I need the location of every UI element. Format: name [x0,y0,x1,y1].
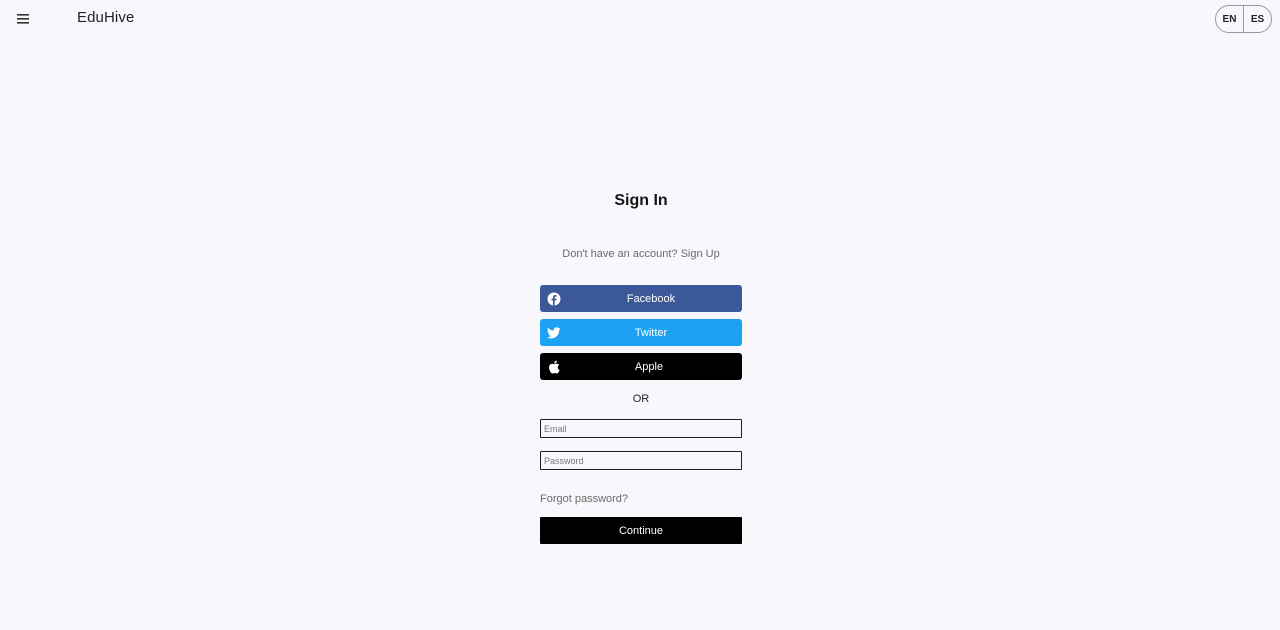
brand-logo-text[interactable]: EduHive [77,9,134,26]
language-toggle: EN ES [1215,5,1272,33]
language-es-button[interactable]: ES [1243,6,1271,32]
email-field[interactable] [540,419,742,438]
language-en-button[interactable]: EN [1216,6,1243,32]
hamburger-menu-icon[interactable] [12,9,34,29]
top-bar: EduHive EN ES [0,0,1280,38]
apple-signin-button[interactable]: Apple [540,353,742,380]
or-divider: OR [632,393,650,405]
twitter-icon [546,325,561,340]
facebook-button-label: Facebook [626,292,676,305]
forgot-password-link[interactable]: Forgot password? [540,493,628,505]
page-title: Sign In [614,192,668,209]
twitter-button-label: Twitter [634,326,668,339]
signup-prompt-text: Don't have an account? [562,248,678,260]
password-field[interactable] [540,451,742,470]
twitter-signin-button[interactable]: Twitter [540,319,742,346]
apple-icon [546,359,561,374]
continue-button[interactable]: Continue [540,517,742,544]
signup-link[interactable]: Sign Up [681,248,720,260]
facebook-icon [546,291,561,306]
signup-prompt: Don't have an account? Sign Up [520,248,762,260]
apple-button-label: Apple [634,360,664,373]
facebook-signin-button[interactable]: Facebook [540,285,742,312]
